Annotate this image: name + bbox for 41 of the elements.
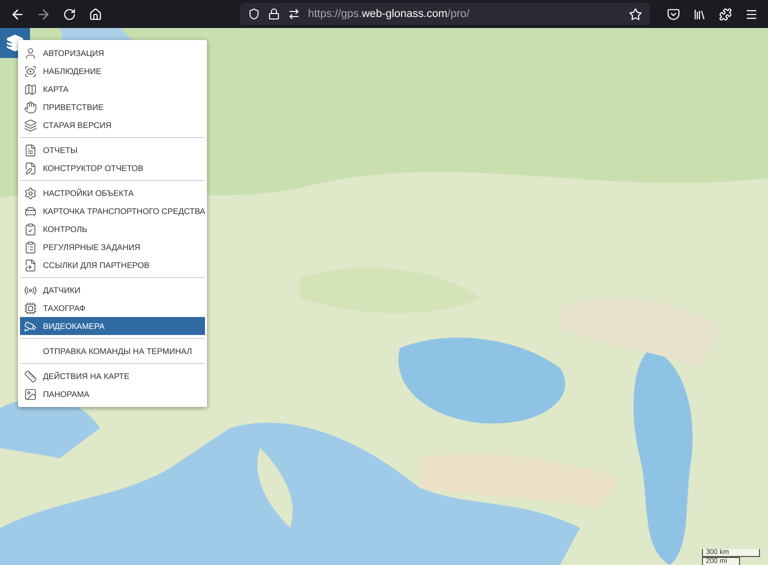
settings-icon — [24, 186, 37, 200]
menu-item[interactable]: ВИДЕОКАМЕРА — [20, 317, 205, 335]
url-text: https://gps.web-glonass.com/pro/ — [308, 8, 470, 20]
menu-item[interactable]: ПАНОРАМА — [20, 385, 205, 403]
car-icon — [24, 204, 37, 218]
address-bar[interactable]: https://gps.web-glonass.com/pro/ — [240, 3, 650, 25]
chip-icon — [24, 302, 37, 314]
document-pen-icon — [24, 162, 37, 174]
menu-item[interactable]: ТАХОГРАФ — [20, 299, 205, 317]
menu-item[interactable]: ДАТЧИКИ — [20, 281, 205, 299]
document-icon — [24, 144, 37, 156]
menu-item[interactable]: НАСТРОЙКИ ОБЪЕКТА — [20, 184, 205, 202]
image-icon — [24, 388, 37, 400]
hand-icon — [24, 100, 37, 114]
menu-item[interactable]: АВТОРИЗАЦИЯ — [20, 44, 205, 62]
eye-icon — [24, 64, 37, 78]
map-icon — [24, 82, 37, 96]
shield-icon — [248, 8, 260, 20]
menu-item[interactable]: ДЕЙСТВИЯ НА КАРТЕ — [20, 367, 205, 385]
menu-item[interactable]: РЕГУЛЯРНЫЕ ЗАДАНИЯ — [20, 238, 205, 256]
camera-icon — [24, 320, 37, 332]
menu-item[interactable]: ПРИВЕТСТВИЕ — [20, 98, 205, 116]
menu-item[interactable]: КОНСТРУКТОР ОТЧЕТОВ — [20, 159, 205, 177]
document-link-icon — [24, 258, 37, 272]
menu-item[interactable]: ССЫЛКИ ДЛЯ ПАРТНЕРОВ — [20, 256, 205, 274]
menu-item[interactable]: СТАРАЯ ВЕРСИЯ — [20, 116, 205, 134]
menu-item[interactable]: ОТЧЕТЫ — [20, 141, 205, 159]
user-icon — [24, 46, 37, 60]
clipboard-check-icon — [24, 222, 37, 236]
ruler-icon — [24, 370, 37, 382]
layers-icon — [24, 118, 37, 132]
signal-icon — [24, 284, 37, 296]
clipboard-icon — [24, 240, 37, 254]
menu-item[interactable]: КАРТА — [20, 80, 205, 98]
menu-item[interactable]: НАБЛЮДЕНИЕ — [20, 62, 205, 80]
menu-item[interactable]: КАРТОЧКА ТРАНСПОРТНОГО СРЕДСТВА — [20, 202, 205, 220]
menu-item[interactable]: ОТПРАВКА КОМАНДЫ НА ТЕРМИНАЛ — [20, 342, 205, 360]
lock-icon — [268, 8, 280, 20]
permissions-icon — [288, 8, 300, 20]
star-icon[interactable] — [629, 8, 642, 20]
menu-item[interactable]: КОНТРОЛЬ — [20, 220, 205, 238]
